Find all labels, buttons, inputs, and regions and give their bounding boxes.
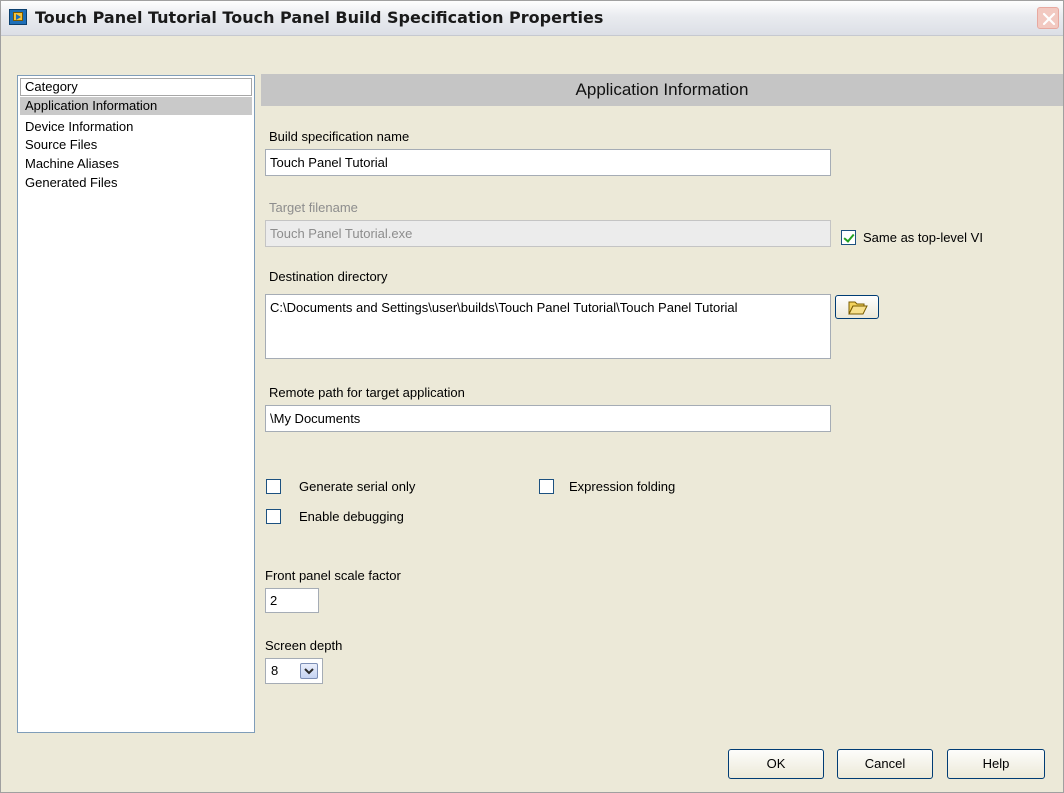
destination-directory-label: Destination directory [269, 269, 388, 284]
generate-serial-only-label[interactable]: Generate serial only [299, 479, 415, 494]
target-filename-input [265, 220, 831, 247]
screen-depth-select[interactable]: 8 [265, 658, 323, 684]
destination-directory-input[interactable]: C:\Documents and Settings\user\builds\To… [265, 294, 831, 359]
window-title: Touch Panel Tutorial Touch Panel Build S… [35, 8, 604, 27]
target-filename-label: Target filename [269, 200, 358, 215]
expression-folding-label[interactable]: Expression folding [569, 479, 675, 494]
section-title: Application Information [261, 74, 1063, 106]
same-as-top-level-label[interactable]: Same as top-level VI [863, 230, 983, 245]
category-list: Category Application Information Device … [17, 75, 255, 733]
same-as-top-level-checkbox[interactable] [841, 230, 856, 245]
screen-depth-dropdown-button[interactable] [300, 663, 318, 679]
category-item-source-files[interactable]: Source Files [20, 136, 252, 154]
enable-debugging-label[interactable]: Enable debugging [299, 509, 404, 524]
category-item-application-information[interactable]: Application Information [20, 97, 252, 115]
close-icon [1042, 12, 1056, 26]
category-item-device-information[interactable]: Device Information [20, 118, 252, 136]
remote-path-label: Remote path for target application [269, 385, 465, 400]
ok-button[interactable]: OK [728, 749, 824, 779]
close-button[interactable] [1037, 7, 1059, 29]
screen-depth-label: Screen depth [265, 638, 343, 653]
front-panel-scale-input[interactable] [265, 588, 319, 613]
title-bar[interactable]: Touch Panel Tutorial Touch Panel Build S… [1, 1, 1063, 36]
enable-debugging-checkbox[interactable] [266, 509, 281, 524]
front-panel-scale-label: Front panel scale factor [265, 568, 401, 583]
chevron-down-icon [304, 668, 314, 675]
screen-depth-value: 8 [271, 663, 279, 678]
browse-button[interactable] [835, 295, 879, 319]
labview-icon [9, 9, 27, 25]
generate-serial-only-checkbox[interactable] [266, 479, 281, 494]
build-spec-name-label: Build specification name [269, 129, 410, 144]
dialog-window: Touch Panel Tutorial Touch Panel Build S… [0, 0, 1064, 793]
cancel-button[interactable]: Cancel [837, 749, 933, 779]
expression-folding-checkbox[interactable] [539, 479, 554, 494]
category-item-generated-files[interactable]: Generated Files [20, 174, 252, 192]
remote-path-input[interactable] [265, 405, 831, 432]
folder-open-icon [848, 301, 868, 315]
category-item-machine-aliases[interactable]: Machine Aliases [20, 155, 252, 173]
category-header: Category [20, 78, 252, 96]
build-spec-name-input[interactable] [265, 149, 831, 176]
help-button[interactable]: Help [947, 749, 1045, 779]
